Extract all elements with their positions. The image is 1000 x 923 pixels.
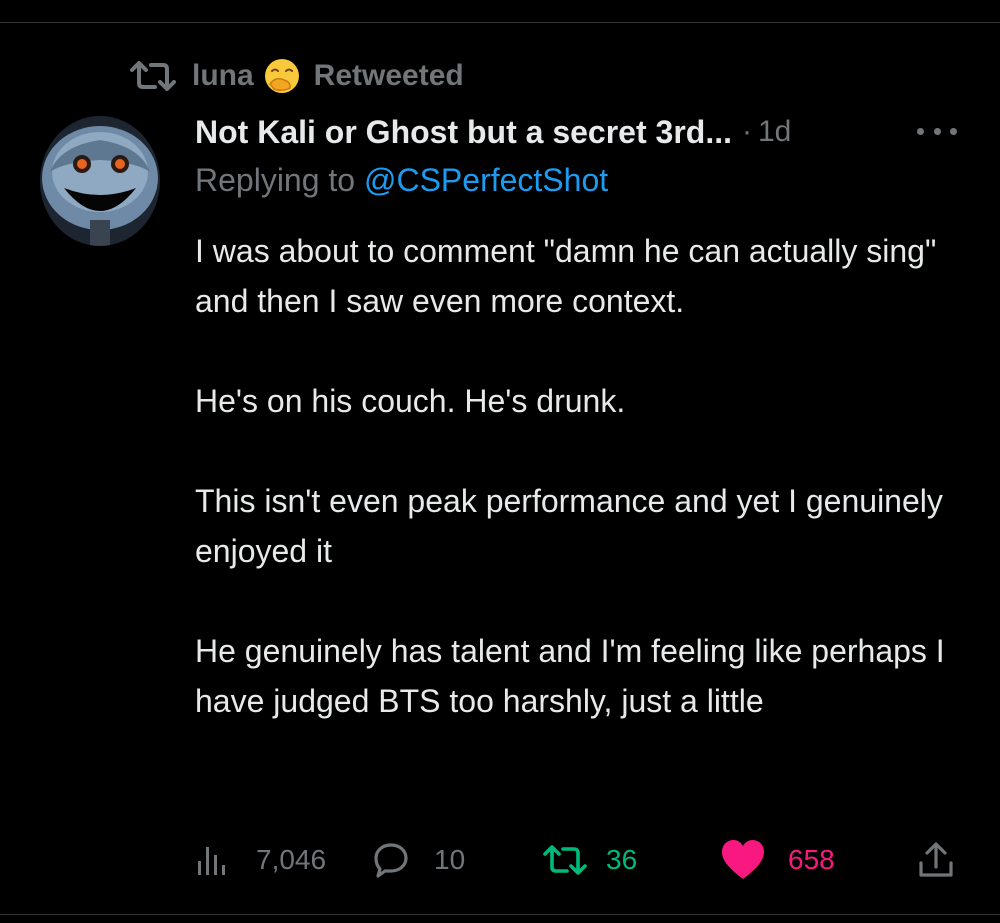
avatar-image	[40, 116, 160, 246]
reply-count: 10	[434, 844, 466, 875]
emoji-icon	[264, 59, 299, 93]
reply-icon	[374, 843, 408, 878]
bottom-divider	[0, 914, 1000, 915]
more-icon[interactable]	[917, 116, 957, 146]
like-icon	[722, 840, 764, 879]
tweet-paragraph: I was about to comment "damn he can actu…	[195, 233, 937, 319]
retweet-icon	[543, 845, 587, 875]
top-divider	[0, 22, 1000, 23]
more-dot	[917, 127, 924, 135]
avatar[interactable]	[40, 116, 160, 246]
tweet-text: I was about to comment "damn he can actu…	[195, 226, 965, 726]
tweet-paragraph: He's on his couch. He's drunk.	[195, 383, 626, 419]
timestamp[interactable]: 1d	[758, 115, 791, 149]
like-count: 658	[788, 844, 835, 875]
share-icon	[919, 842, 953, 877]
retweeted-label: Retweeted	[313, 59, 464, 92]
more-dot	[950, 127, 957, 135]
replying-to: Replying to @CSPerfectShot	[195, 162, 608, 199]
views-button[interactable]: 7,046	[196, 836, 326, 884]
tweet-paragraph: He genuinely has talent and I'm feeling …	[195, 633, 945, 719]
action-bar: 7,046 10 36 658	[196, 836, 966, 884]
display-name[interactable]: Not Kali or Ghost but a secret 3rd...	[195, 114, 732, 151]
share-button[interactable]	[918, 836, 954, 884]
retweet-button[interactable]: 36	[542, 836, 637, 884]
retweet-icon	[130, 61, 176, 91]
reply-mention-link[interactable]: @CSPerfectShot	[364, 162, 608, 198]
tweet-header: Not Kali or Ghost but a secret 3rd... · …	[195, 108, 975, 156]
tweet-paragraph: This isn't even peak performance and yet…	[195, 483, 943, 569]
views-icon	[198, 847, 225, 875]
separator: ·	[741, 115, 752, 148]
replying-to-label: Replying to	[195, 162, 356, 198]
views-count: 7,046	[256, 844, 327, 875]
reply-button[interactable]: 10	[372, 836, 465, 884]
like-button[interactable]: 658	[720, 836, 835, 884]
more-dot	[933, 127, 941, 135]
retweeter-name[interactable]: luna	[192, 59, 254, 93]
retweet-header: luna Retweeted	[128, 56, 464, 96]
retweet-count: 36	[606, 844, 638, 875]
